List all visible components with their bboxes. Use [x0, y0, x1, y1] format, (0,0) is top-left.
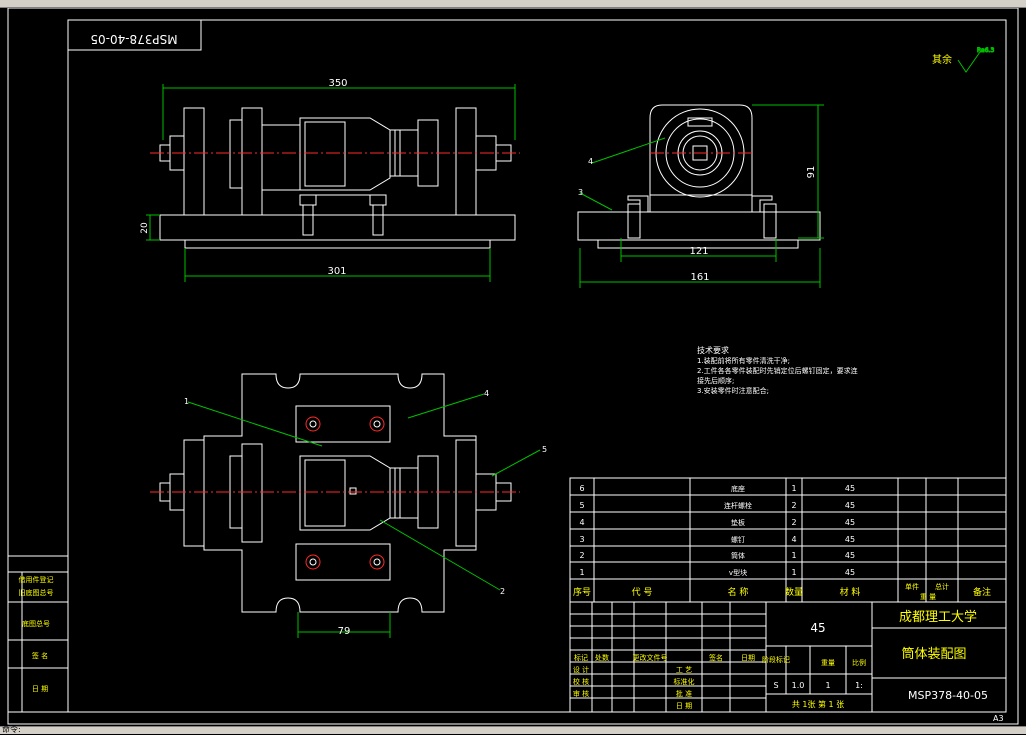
dim-20: 20 [140, 222, 150, 234]
drawing-name: 筒体装配图 [901, 646, 966, 662]
bom-row-1-qty: 1 [791, 568, 796, 577]
cad-drawing-canvas[interactable]: MSP378-40-05 其余 Ra6.3 350 301 20 121 161… [0, 0, 1026, 733]
weight-label: 重量 [821, 659, 835, 667]
side-view [577, 104, 824, 288]
leader-4-side: 4 [588, 157, 593, 166]
side-block-sign: 签 名 [32, 651, 48, 660]
tech-req-title: 技术要求 [697, 345, 729, 355]
bom-row-3-mat: 45 [845, 535, 855, 544]
weight-value: 1.0 [792, 681, 805, 690]
bom-header-weight: 重 量 [920, 593, 936, 601]
bom-row-4-qty: 2 [791, 518, 796, 527]
bom-rows: 6 底座 1 45 5 连杆螺栓 2 45 4 垫板 2 45 3 螺钉 4 4… [573, 484, 991, 601]
dim-91: 91 [806, 166, 817, 179]
leader-5-plan: 5 [542, 445, 547, 454]
code-mirrored: MSP378-40-05 [90, 32, 177, 46]
side-block-base: 底图总号 [22, 619, 50, 628]
leader-2-plan: 2 [500, 587, 505, 596]
tech-req-line-3: 接先后顺序; [697, 376, 734, 385]
bom-row-6-mat: 45 [845, 484, 855, 493]
dim-350: 350 [328, 78, 347, 89]
bom-row-5-qty: 2 [791, 501, 796, 510]
bom-header-no: 序号 [573, 586, 591, 598]
rev-sign: 签名 [709, 653, 723, 662]
dim-301: 301 [327, 266, 346, 277]
bom-header-name: 名 称 [728, 586, 749, 598]
bom-row-1-mat: 45 [845, 568, 855, 577]
role-check: 校 核 [573, 677, 589, 686]
bom-row-1-name: v型块 [729, 568, 747, 577]
bom-row-2-qty: 1 [791, 551, 796, 560]
dim-161: 161 [690, 272, 709, 283]
bom-row-6-no: 6 [579, 484, 584, 493]
bom-row-4-mat: 45 [845, 518, 855, 527]
dim-79: 79 [338, 626, 351, 637]
tech-req-line-1: 1.装配前将所有零件清洗干净; [697, 356, 790, 365]
bom-row-3-no: 3 [579, 535, 584, 544]
role-standard: 标准化 [674, 677, 695, 686]
drawing-code: MSP378-40-05 [908, 689, 988, 702]
bom-row-4-name: 垫板 [731, 518, 745, 527]
bom-row-1-no: 1 [579, 568, 584, 577]
role-review: 审 核 [573, 689, 589, 698]
material-45: 45 [810, 621, 825, 635]
rev-count: 处数 [595, 653, 609, 662]
plan-view [150, 373, 541, 638]
bom-row-5-mat: 45 [845, 501, 855, 510]
leader-1-plan: 1 [184, 397, 189, 406]
sheet-inner-border [67, 19, 1007, 713]
bom-row-2-no: 2 [579, 551, 584, 560]
rev-date: 日期 [741, 654, 755, 662]
bom-row-6-name: 底座 [731, 484, 745, 493]
bom-row-4-no: 4 [579, 518, 584, 527]
rev-mark: 标记 [574, 653, 588, 662]
side-block-borrow: 借用件登记 [19, 575, 54, 584]
front-view [146, 84, 520, 282]
weight-value-2: 1 [825, 681, 830, 690]
university-name: 成都理工大学 [899, 609, 977, 625]
role-approve: 批 准 [676, 689, 692, 698]
bom-row-3-qty: 4 [791, 535, 796, 544]
surface-finish-value: Ra6.3 [977, 47, 994, 54]
tech-req-line-4: 3.安装零件时注意配合; [697, 386, 769, 395]
role-process: 工 艺 [676, 666, 692, 674]
bom-row-6-qty: 1 [791, 484, 796, 493]
bom-header-note: 备注 [973, 586, 991, 598]
command-prompt: 命令: [2, 725, 21, 734]
dim-121: 121 [689, 246, 708, 257]
side-block-old: 旧底图总号 [19, 588, 54, 597]
bom-header-mat: 材 料 [840, 586, 861, 598]
side-block-date: 日 期 [32, 685, 48, 693]
rev-doc: 更改文件号 [633, 653, 668, 662]
bom-header-unit: 单件 [905, 582, 919, 591]
bom-row-5-no: 5 [579, 501, 584, 510]
bom-row-2-mat: 45 [845, 551, 855, 560]
bom-row-3-name: 螺钉 [731, 535, 745, 544]
sheet-size: A3 [993, 714, 1004, 723]
leader-4-plan: 4 [484, 389, 489, 398]
bom-row-2-name: 筒体 [731, 551, 745, 560]
sheet-outer-border [7, 7, 1019, 725]
bom-header-qty: 数量 [785, 586, 803, 598]
tech-req-line-2: 2.工件各各零件装配时先销定位后螺钉固定，要求连 [697, 366, 858, 375]
stage-value: S [773, 681, 778, 690]
surface-finish-label: 其余 [932, 53, 952, 66]
stage-label: 阶段标记 [762, 655, 790, 664]
bom-header-code: 代 号 [632, 587, 653, 598]
role-date: 日 期 [676, 702, 692, 710]
bom-header-total: 总计 [935, 582, 949, 591]
bom-row-5-name: 连杆螺栓 [724, 501, 752, 510]
role-design: 设 计 [573, 665, 589, 674]
leader-3-side: 3 [578, 188, 583, 197]
scale-label: 比例 [852, 658, 866, 667]
window-top-bar [0, 0, 1026, 8]
roughness-symbol [957, 51, 981, 73]
sheet-count: 共 1张 第 1 张 [792, 699, 844, 709]
scale-value: 1: [855, 681, 863, 690]
